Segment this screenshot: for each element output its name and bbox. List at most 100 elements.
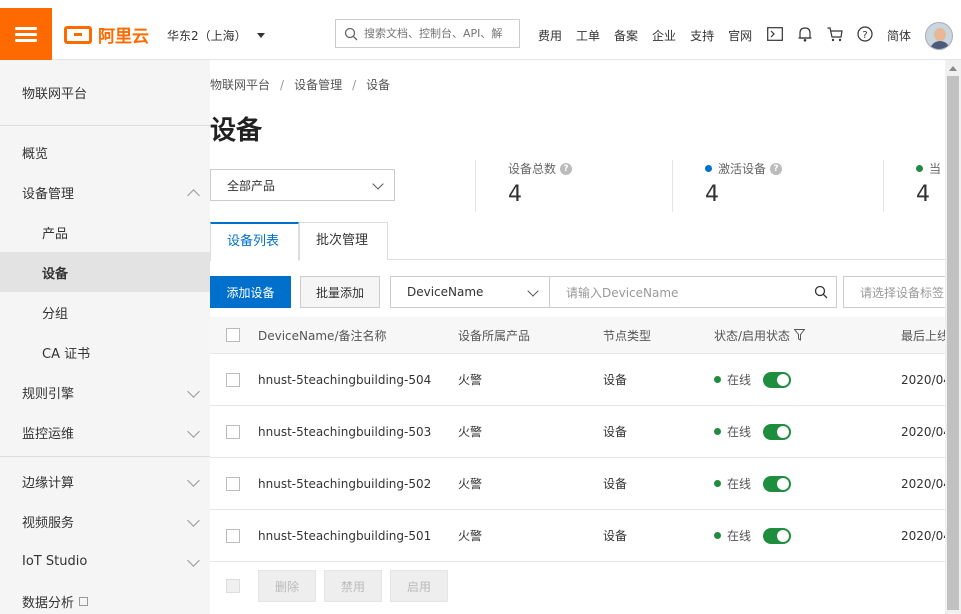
last-online-cell: 2020/04 <box>901 424 945 439</box>
aliyun-logo-mark-icon <box>64 25 92 44</box>
row-checkbox[interactable] <box>226 372 240 387</box>
batch-add-button[interactable]: 批量添加 <box>300 276 380 308</box>
sidebar-item-label: 视频服务 <box>22 515 75 531</box>
nav-enterprise[interactable]: 企业 <box>652 27 676 44</box>
sidebar-title[interactable]: 物联网平台 <box>0 60 210 126</box>
language-switch[interactable]: 简体 <box>887 27 911 44</box>
aliyun-logo[interactable]: 阿里云 <box>64 22 149 47</box>
status-dot <box>714 532 721 539</box>
table-row: hnust-5teachingbuilding-501 火警 设备 在线 202… <box>210 510 945 562</box>
terminal-icon[interactable] <box>766 25 784 43</box>
sidebar-item-video-service[interactable]: 视频服务 <box>0 501 210 541</box>
avatar[interactable] <box>925 22 953 50</box>
search-icon[interactable] <box>814 285 828 299</box>
stat-value: 4 <box>705 182 719 207</box>
chevron-down-icon <box>527 285 539 297</box>
product-cell: 火警 <box>458 425 483 439</box>
breadcrumb-devices: 设备 <box>366 78 391 92</box>
device-name-cell[interactable]: hnust-5teachingbuilding-501 <box>258 510 431 561</box>
column-header-node-type: 节点类型 <box>603 328 652 343</box>
help-icon[interactable]: ? <box>560 162 573 175</box>
nav-official-site[interactable]: 官网 <box>728 27 752 44</box>
global-search-input[interactable] <box>364 27 514 40</box>
sidebar-item-label: 分组 <box>42 306 69 322</box>
search-icon <box>344 27 358 40</box>
stat-active-devices: 激活设备? 4 <box>672 160 783 212</box>
last-online-cell: 2020/04 <box>901 476 945 491</box>
scrollbar-thumb[interactable] <box>947 76 959 610</box>
status-dot <box>714 428 721 435</box>
device-name-cell[interactable]: hnust-5teachingbuilding-502 <box>258 458 431 509</box>
disable-button[interactable]: 禁用 <box>324 570 382 602</box>
enable-toggle[interactable] <box>763 423 792 440</box>
nav-icp[interactable]: 备案 <box>614 27 638 44</box>
status-cell: 在线 <box>714 510 792 561</box>
sidebar-item-groups[interactable]: 分组 <box>0 292 210 332</box>
tab-device-list[interactable]: 设备列表 <box>210 222 299 261</box>
enable-toggle[interactable] <box>763 527 792 544</box>
enable-button[interactable]: 启用 <box>390 570 448 602</box>
table-row: hnust-5teachingbuilding-502 火警 设备 在线 202… <box>210 458 945 510</box>
status-dot <box>714 480 721 487</box>
sidebar-item-iot-studio[interactable]: IoT Studio <box>0 541 210 581</box>
sidebar-item-monitoring[interactable]: 监控运维 <box>0 412 210 452</box>
hamburger-menu-button[interactable] <box>0 8 52 60</box>
breadcrumb-device-management[interactable]: 设备管理 <box>294 78 342 92</box>
row-checkbox[interactable] <box>226 528 240 543</box>
nav-fees[interactable]: 费用 <box>538 27 562 44</box>
region-selector[interactable]: 华东2（上海） <box>167 27 265 44</box>
breadcrumb-iot-platform[interactable]: 物联网平台 <box>210 78 270 92</box>
scroll-up-arrow-icon[interactable] <box>949 66 957 71</box>
node-type-cell: 设备 <box>603 425 628 439</box>
sidebar-item-device-management[interactable]: 设备管理 <box>0 172 210 212</box>
node-type-cell: 设备 <box>603 529 628 543</box>
delete-button[interactable]: 删除 <box>258 570 316 602</box>
bell-icon[interactable] <box>796 25 814 43</box>
last-online-cell: 2020/04 <box>901 372 945 387</box>
product-filter-select[interactable]: 全部产品 <box>210 169 395 201</box>
row-checkbox[interactable] <box>226 424 240 439</box>
enable-toggle[interactable] <box>763 475 792 492</box>
chevron-down-icon <box>187 385 200 398</box>
sidebar-item-label: 边缘计算 <box>22 475 75 491</box>
sidebar-item-overview[interactable]: 概览 <box>0 132 210 172</box>
sidebar-item-devices[interactable]: 设备 <box>0 252 210 292</box>
sidebar-item-rule-engine[interactable]: 规则引擎 <box>0 372 210 412</box>
sidebar-item-label: 产品 <box>42 226 69 242</box>
sidebar-item-edge-computing[interactable]: 边缘计算 <box>0 461 210 501</box>
page-title: 设备 <box>210 116 263 146</box>
vertical-scrollbar[interactable] <box>945 60 961 614</box>
sidebar-item-label: 设备 <box>42 266 69 282</box>
add-device-button[interactable]: 添加设备 <box>210 276 291 308</box>
bulk-select-checkbox[interactable] <box>226 579 240 593</box>
device-search-input[interactable]: 请输入DeviceName <box>550 276 837 308</box>
nav-support[interactable]: 支持 <box>690 27 714 44</box>
status-text: 在线 <box>727 477 752 491</box>
device-name-cell[interactable]: hnust-5teachingbuilding-504 <box>258 354 431 405</box>
search-field-select[interactable]: DeviceName <box>390 276 550 308</box>
top-icon-group: ? <box>766 25 886 43</box>
sidebar-item-data-analysis[interactable]: 数据分析 <box>0 581 210 614</box>
device-name-cell[interactable]: hnust-5teachingbuilding-503 <box>258 406 431 457</box>
help-icon[interactable]: ? <box>856 25 874 43</box>
filter-icon[interactable] <box>794 329 806 341</box>
status-text: 在线 <box>727 425 752 439</box>
select-all-checkbox[interactable] <box>226 328 240 342</box>
product-filter-value: 全部产品 <box>227 178 276 193</box>
nav-tickets[interactable]: 工单 <box>576 27 600 44</box>
tab-batch-management[interactable]: 批次管理 <box>299 222 388 260</box>
sidebar-item-products[interactable]: 产品 <box>0 212 210 252</box>
sidebar-item-ca-cert[interactable]: CA 证书 <box>0 332 210 372</box>
global-search[interactable] <box>335 19 520 48</box>
status-dot <box>916 165 923 172</box>
toolbar: 添加设备 批量添加 DeviceName 请输入DeviceName 请选择设备… <box>210 276 945 308</box>
device-tag-select[interactable]: 请选择设备标签 <box>843 276 945 308</box>
enable-toggle[interactable] <box>763 371 792 388</box>
cart-icon[interactable] <box>826 25 844 43</box>
external-link-icon <box>79 596 89 606</box>
row-checkbox[interactable] <box>226 476 240 491</box>
column-header-product: 设备所属产品 <box>458 328 531 343</box>
help-icon[interactable]: ? <box>770 162 783 175</box>
node-type-cell: 设备 <box>603 373 628 387</box>
sidebar-divider <box>0 456 210 457</box>
